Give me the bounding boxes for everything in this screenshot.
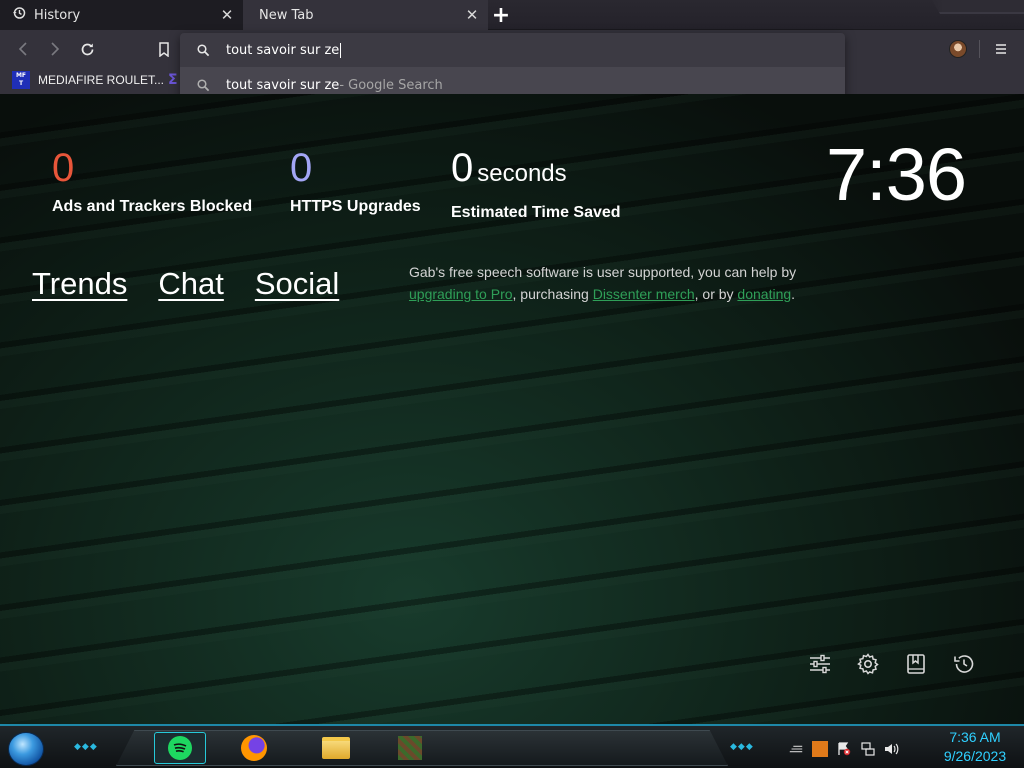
toolbar-divider [979,40,980,58]
trends-link[interactable]: Trends [32,266,127,302]
new-tab-button[interactable]: + [489,3,513,28]
chat-link[interactable]: Chat [158,266,223,302]
support-message: Gab's free speech software is user suppo… [409,264,797,302]
hamburger-menu-icon[interactable] [990,38,1012,60]
taskbar-firefox[interactable] [228,732,280,764]
bookmark-mediafire-roulette[interactable]: MF T MEDIAFIRE ROULET... [12,71,164,89]
minecraft-icon [398,736,422,760]
address-bar[interactable]: tout savoir sur ze [180,33,845,67]
window-decoration [932,0,1024,14]
stat-value: 0 [290,146,313,190]
dissenter-merch-link[interactable]: Dissenter merch [593,286,695,302]
page-clock: 7:36 [826,133,967,216]
tab-history[interactable]: History ✕ [0,0,243,30]
taskbar: ◆◆◆ ◆◆◆ 7:36 AM 9/26/2023 [0,724,1024,768]
mediafire-favicon-icon: MF T [12,71,30,89]
sliders-icon[interactable] [808,652,832,676]
stat-time-saved: 0 seconds Estimated Time Saved [451,146,621,222]
search-icon [180,79,226,92]
bookmark-label: MEDIAFIRE ROULET... [38,73,165,87]
taskbar-minecraft[interactable] [384,732,436,764]
network-icon[interactable] [860,741,876,757]
stat-value: 0 seconds [451,146,567,190]
tab-title: New Tab [259,7,314,23]
stat-label: Estimated Time Saved [451,204,621,221]
back-arrow-icon[interactable] [12,38,34,60]
show-hidden-icons-icon[interactable] [788,741,804,757]
bookmark-icon[interactable] [153,38,175,60]
taskbar-date: 9/26/2023 [943,748,1007,764]
upgrade-pro-link[interactable]: upgrading to Pro [409,286,513,302]
stat-label: Ads and Trackers Blocked [52,198,253,215]
app-tray-icon[interactable] [812,741,828,757]
gear-icon[interactable] [856,652,880,676]
taskbar-decoration-right: ◆◆◆ [730,742,754,752]
stat-https-upgrades: 0 HTTPS Upgrades [290,146,421,216]
browser-window: History ✕ New Tab ✕ + MF T MEDIAFIRE ROUL… [0,0,1024,768]
tab-title: History [34,7,81,23]
social-link[interactable]: Social [255,266,339,302]
taskbar-spotify[interactable] [154,732,206,764]
taskbar-decoration-left: ◆◆◆ [74,742,98,752]
history-icon [12,6,26,24]
taskbar-clock[interactable]: 7:36 AM 9/26/2023 [932,728,1018,766]
suggestion-query: tout savoir sur ze [226,78,340,93]
action-center-flag-icon[interactable] [836,741,852,757]
donating-link[interactable]: donating [737,286,791,302]
page-actions [808,652,976,676]
stat-unit: seconds [477,160,567,187]
close-icon[interactable]: ✕ [462,5,482,25]
history-clock-icon[interactable] [952,652,976,676]
firefox-icon [241,735,267,761]
taskbar-time: 7:36 AM [949,729,1001,745]
search-icon [180,43,226,57]
text-caret [340,42,342,58]
reload-icon[interactable] [76,38,98,60]
spotify-icon [168,736,192,760]
quick-links: Trends Chat Social [32,266,339,302]
stat-ads-blocked: 0 Ads and Trackers Blocked [52,146,252,216]
stat-value: 0 [52,146,75,190]
tab-new-tab[interactable]: New Tab ✕ [243,0,488,30]
start-button[interactable] [8,732,44,766]
taskbar-file-explorer[interactable] [310,732,362,764]
volume-icon[interactable] [884,741,900,757]
suggestion-engine: - Google Search [339,78,443,93]
avatar[interactable] [949,40,967,58]
bookmark-overflow-icon[interactable]: Σ [168,72,180,88]
bookmarks-book-icon[interactable] [904,652,928,676]
forward-arrow-icon[interactable] [44,38,66,60]
stat-label: HTTPS Upgrades [290,198,421,215]
close-icon[interactable]: ✕ [217,5,237,25]
address-input[interactable]: tout savoir sur ze [226,42,342,58]
new-tab-page: 0 Ads and Trackers Blocked 0 HTTPS Upgra… [0,94,1024,724]
folder-icon [322,737,350,759]
tab-strip: History ✕ New Tab ✕ + [0,0,1024,30]
system-tray [788,734,900,764]
